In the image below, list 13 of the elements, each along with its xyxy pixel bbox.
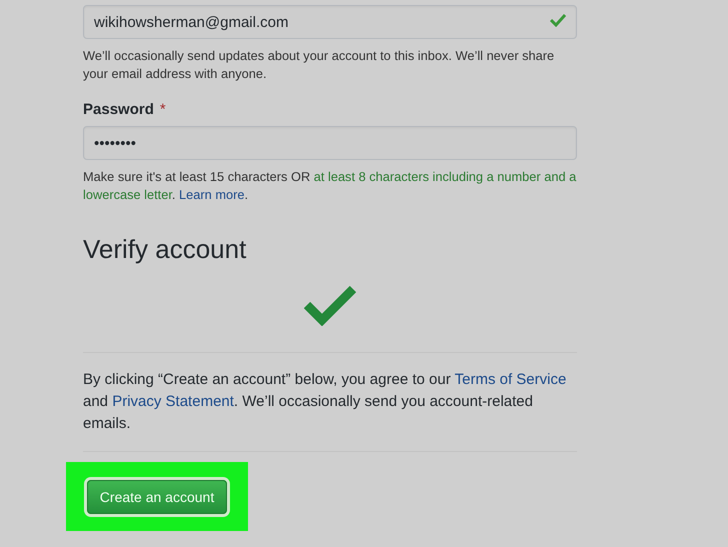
terms-text: By clicking “Create an account” below, you agree to our Terms of Service and Privacy Statement. We’ll occasionally send you account-related emails.: [83, 370, 568, 434]
section-heading: Verify account: [83, 234, 248, 264]
link[interactable]: Privacy Statement: [112, 393, 234, 410]
password-value: ••••••••: [94, 134, 136, 152]
email-value: wikihowsherman@gmail.com: [94, 14, 288, 30]
password-field[interactable]: ••••••••: [83, 126, 577, 160]
email-hint: We’ll occasionally send updates about your account to this inbox. We’ll never share your email address with anyone.: [83, 47, 556, 83]
email-field[interactable]: wikihowsherman@gmail.com: [83, 5, 577, 39]
required-mark: *: [160, 101, 166, 118]
link[interactable]: Terms of Service: [454, 371, 566, 388]
password-label: Password: [83, 101, 154, 118]
link[interactable]: Learn more: [179, 187, 244, 202]
password-hint: Make sure it's at least 15 characters OR at least 8 characters including a number and a lowercase letter. Learn more.: [83, 168, 577, 204]
